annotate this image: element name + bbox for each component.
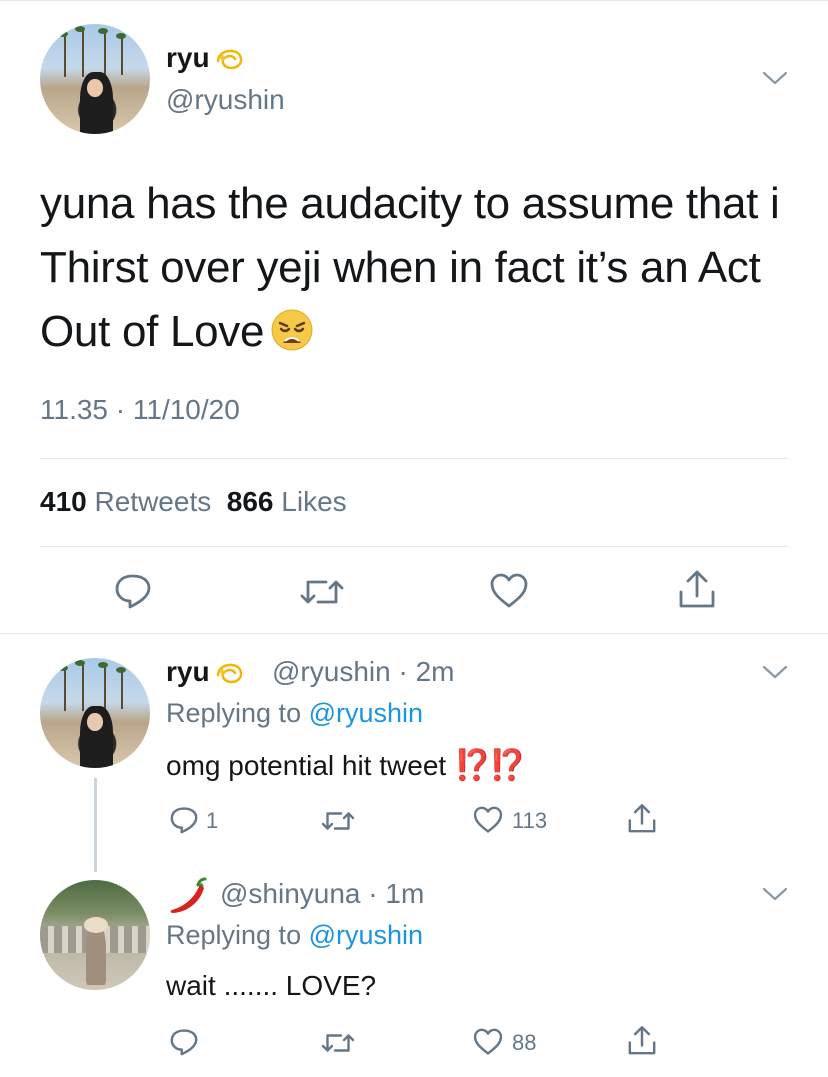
- tweet-text-line: Thirst over yeji when in fact it’s an Ac…: [40, 243, 761, 292]
- share-icon[interactable]: [626, 1024, 658, 1058]
- retweets-stat[interactable]: 410 Retweets: [40, 486, 211, 517]
- avatar-shinyuna[interactable]: [40, 880, 150, 990]
- like-icon[interactable]: [488, 570, 530, 612]
- reply-author-name-text: ryu: [166, 656, 210, 687]
- reply-icon[interactable]: [112, 570, 154, 612]
- avatar-ryushin[interactable]: [40, 658, 150, 768]
- reply-handle-time[interactable]: @ryushin · 2m: [272, 656, 454, 688]
- top-border: [0, 0, 828, 1]
- tweet-text: yuna has the audacity to assume that i T…: [40, 172, 800, 364]
- reply-text-content: omg potential hit tweet: [166, 750, 447, 781]
- tweet-text-line: yuna has the audacity to assume that i: [40, 179, 780, 228]
- avatar-ryushin[interactable]: [40, 24, 150, 134]
- chevron-down-icon[interactable]: [762, 886, 788, 902]
- tweet-text-line-last: Out of Love: [40, 300, 800, 364]
- author-handle[interactable]: @ryushin: [166, 84, 285, 116]
- reply-handle-time[interactable]: @shinyuna · 1m: [220, 878, 424, 910]
- author-name[interactable]: ryu: [166, 42, 244, 74]
- engagement-stats: 410 Retweets 866 Likes: [40, 486, 347, 518]
- replying-to-link[interactable]: @ryushin: [309, 920, 423, 950]
- tweet-text-line: Out of Love: [40, 307, 265, 356]
- reply-author-name[interactable]: ryu: [166, 656, 244, 688]
- retweets-label: Retweets: [94, 486, 212, 517]
- sparkle-emoji-icon: [216, 49, 242, 70]
- replying-to-link[interactable]: @ryushin: [309, 698, 423, 728]
- likes-stat[interactable]: 866 Likes: [227, 486, 347, 517]
- retweet-icon[interactable]: [318, 1028, 358, 1058]
- reply-icon[interactable]: [168, 804, 200, 836]
- exclamation-question-emoji: ⁉️⁉️: [453, 749, 527, 782]
- sparkle-emoji-icon: [216, 663, 242, 684]
- divider: [40, 458, 788, 459]
- author-name-text: ryu: [166, 42, 210, 73]
- retweet-icon[interactable]: [318, 806, 358, 836]
- share-icon[interactable]: [676, 568, 718, 612]
- replying-to: Replying to @ryushin: [166, 698, 423, 729]
- chevron-down-icon[interactable]: [762, 70, 788, 86]
- like-count: 88: [512, 1030, 537, 1055]
- reply-icon[interactable]: [168, 1026, 200, 1058]
- retweet-icon[interactable]: [296, 572, 348, 612]
- reply-count: 1: [206, 808, 219, 833]
- chevron-down-icon[interactable]: [762, 664, 788, 680]
- likes-count: 866: [226, 486, 274, 517]
- replying-to-prefix: Replying to: [166, 698, 302, 728]
- like-icon[interactable]: [472, 1026, 504, 1058]
- like-icon[interactable]: [472, 804, 504, 836]
- tweet-timestamp[interactable]: 11.35 · 11/10/20: [40, 394, 240, 426]
- likes-label: Likes: [281, 486, 347, 517]
- chili-pepper-emoji-icon: [170, 877, 207, 913]
- like-count: 113: [512, 808, 548, 833]
- divider: [40, 546, 788, 547]
- replying-to: Replying to @ryushin: [166, 920, 423, 951]
- retweets-count: 410: [40, 486, 87, 517]
- reply-text: wait ....... LOVE?: [166, 970, 377, 1001]
- thread-connector: [94, 778, 97, 872]
- reply-text: omg potential hit tweet ⁉️⁉️: [166, 748, 527, 783]
- share-icon[interactable]: [626, 802, 658, 836]
- replying-to-prefix: Replying to: [166, 920, 302, 950]
- weary-face-emoji-icon: [271, 309, 313, 351]
- section-separator: [0, 633, 828, 634]
